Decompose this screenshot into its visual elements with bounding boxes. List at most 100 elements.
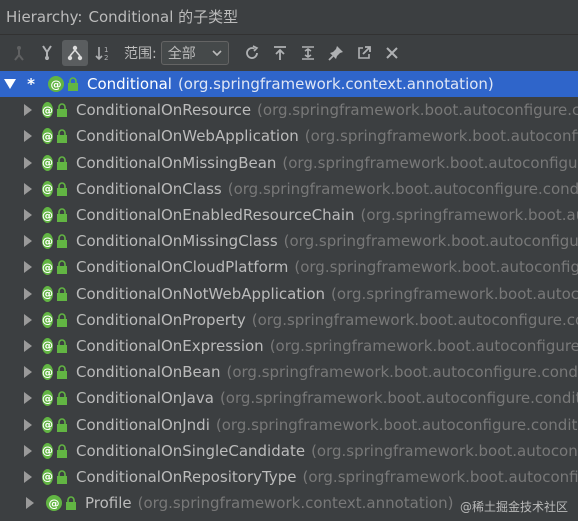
lock-icon — [56, 417, 68, 432]
hierarchy-toolbar: 12 范围: 全部 — [0, 35, 578, 72]
tree-row-root[interactable]: * @ Conditional (org.springframework.con… — [0, 71, 578, 98]
annotation-icon: @ — [48, 76, 64, 93]
tree-item-name: ConditionalOnRepositoryType — [76, 467, 297, 486]
tree-item-package: (org.springframework.boot.autoconfigure.… — [226, 363, 578, 382]
tree-item-package: (org.springframework.boot.autoconfigure.… — [304, 127, 578, 146]
tree-row[interactable]: @ ConditionalOnJndi (org.springframework.b… — [0, 411, 578, 437]
tree-row[interactable]: @ ConditionalOnCloudPlatform (org.springfr… — [0, 254, 578, 280]
annotation-icon: @ — [42, 416, 53, 433]
collapsed-arrow-icon[interactable] — [24, 287, 32, 300]
collapsed-arrow-icon[interactable] — [24, 418, 32, 431]
lock-icon — [56, 182, 68, 196]
tree-item-name: ConditionalOnProperty — [76, 310, 246, 329]
lock-icon — [56, 155, 68, 170]
tree-item-name: ConditionalOnJava — [76, 389, 214, 408]
tree-item-name: ConditionalOnMissingClass — [76, 232, 278, 251]
tree-item-name: ConditionalOnMissingBean — [76, 153, 277, 172]
header-prefix: Hierarchy: — [6, 8, 83, 26]
tree-row[interactable]: @ ConditionalOnClass (org.springframework.… — [0, 176, 578, 202]
tree-row[interactable]: @ ConditionalOnSingleCandidate (org.spring… — [0, 438, 578, 464]
export-icon[interactable] — [267, 40, 293, 66]
tree-row[interactable]: @ ConditionalOnJava (org.springframework.b… — [0, 385, 578, 411]
collapsed-arrow-icon[interactable] — [24, 470, 32, 483]
lock-icon — [56, 391, 68, 406]
scope-select[interactable]: 全部 — [160, 41, 229, 65]
annotation-icon: @ — [42, 337, 53, 354]
tree-row[interactable]: @ ConditionalOnRepositoryType (org.springf… — [0, 464, 578, 490]
header-title: Conditional 的子类型 — [88, 8, 239, 26]
tree-row[interactable]: @ ConditionalOnBean (org.springframework.b… — [0, 359, 578, 385]
collapsed-arrow-icon[interactable] — [24, 497, 36, 510]
lock-icon — [56, 208, 68, 223]
collapsed-arrow-icon[interactable] — [24, 444, 32, 457]
collapsed-arrow-icon[interactable] — [24, 313, 32, 326]
tree-item-name: ConditionalOnBean — [76, 363, 221, 382]
tree-item-package: (org.springframework.context.annotation) — [137, 494, 454, 513]
annotation-icon: @ — [42, 128, 53, 145]
collapsed-arrow-icon[interactable] — [24, 339, 32, 352]
annotation-icon: @ — [42, 233, 53, 250]
annotation-icon: @ — [42, 285, 53, 302]
svg-text:1: 1 — [104, 46, 108, 54]
collapsed-arrow-icon[interactable] — [24, 366, 32, 379]
expanded-arrow-icon[interactable] — [4, 79, 16, 90]
collapsed-arrow-icon[interactable] — [24, 104, 32, 117]
tree-item-package: (org.springframework.context.annotation) — [177, 75, 494, 94]
collapsed-arrow-icon[interactable] — [24, 182, 32, 195]
annotation-icon: @ — [42, 442, 53, 459]
tree-row[interactable]: @ ConditionalOnExpression (org.springframe… — [0, 333, 578, 359]
tree-row[interactable]: @ ConditionalOnProperty (org.springframewo… — [0, 307, 578, 333]
tree-item-package: (org.springframework.boot.autoconfigure.… — [257, 101, 578, 120]
supertypes-icon[interactable] — [34, 40, 60, 66]
tree-row[interactable]: @ ConditionalOnMissingBean (org.springfram… — [0, 150, 578, 176]
collapsed-arrow-icon[interactable] — [24, 261, 32, 274]
lock-icon — [65, 496, 77, 511]
hierarchy-icon[interactable] — [62, 40, 88, 66]
collapsed-arrow-icon[interactable] — [24, 156, 32, 169]
lock-icon — [56, 470, 68, 484]
scope-value: 全部 — [167, 46, 196, 62]
watermark: @稀土掘金技术社区 — [459, 500, 568, 514]
tree-row[interactable]: @ ConditionalOnEnabledResourceChain (org.s… — [0, 202, 578, 228]
tree-item-package: (org.springframework.boot.autoconfigure.… — [269, 336, 578, 355]
tree-item-name: ConditionalOnNotWebApplication — [76, 284, 326, 303]
tree-item-package: (org.springframework.boot.autoconfigure.… — [360, 206, 578, 225]
pin-icon[interactable] — [323, 40, 349, 66]
annotation-icon: @ — [42, 154, 53, 171]
collapsed-arrow-icon[interactable] — [24, 235, 32, 248]
tree-item-name: ConditionalOnSingleCandidate — [76, 441, 306, 460]
tree-item-package: (org.springframework.boot.autoconfigure.… — [215, 415, 578, 434]
subtypes-icon[interactable] — [6, 40, 32, 66]
tree-row[interactable]: @ ConditionalOnResource (org.springframewo… — [0, 97, 578, 123]
annotation-icon: @ — [42, 390, 53, 407]
tree-item-package: (org.springframework.boot.autoconfigure.… — [294, 258, 578, 277]
tree-item-package: (org.springframework.boot.autoconfigure.… — [282, 153, 578, 172]
collapsed-arrow-icon[interactable] — [24, 392, 32, 405]
collapsed-arrow-icon[interactable] — [24, 209, 32, 222]
lock-icon — [56, 443, 68, 458]
lock-icon — [56, 260, 68, 275]
annotation-icon: @ — [42, 259, 53, 276]
tree-row[interactable]: @ ConditionalOnNotWebApplication (org.spri… — [0, 281, 578, 307]
close-icon[interactable] — [379, 40, 405, 66]
annotation-icon: @ — [42, 180, 53, 197]
lock-icon — [56, 129, 68, 144]
refresh-icon[interactable] — [239, 40, 265, 66]
tree-item-package: (org.springframework.boot.autoconfigure.… — [227, 179, 578, 198]
tree-item-package: (org.springframework.boot.autoconfigure.… — [302, 467, 578, 486]
lock-icon — [56, 234, 68, 249]
lock-icon — [56, 339, 68, 353]
scope-label: 范围: — [124, 46, 157, 62]
tree-row[interactable]: @ ConditionalOnWebApplication (org.springf… — [0, 123, 578, 149]
collapsed-arrow-icon[interactable] — [24, 130, 32, 143]
tree-item-name: ConditionalOnClass — [76, 179, 222, 198]
current-marker: * — [27, 75, 35, 94]
tree-item-package: (org.springframework.boot.autoconfigure.… — [283, 232, 578, 251]
open-in-new-icon[interactable] — [351, 40, 377, 66]
sort-alpha-icon[interactable]: 12 — [90, 40, 116, 66]
lock-icon — [56, 313, 68, 327]
expand-all-icon[interactable] — [295, 40, 321, 66]
tree-item-name: Profile — [85, 494, 132, 513]
tree-item-name: ConditionalOnJndi — [76, 415, 210, 434]
tree-row[interactable]: @ ConditionalOnMissingClass (org.springfra… — [0, 228, 578, 254]
